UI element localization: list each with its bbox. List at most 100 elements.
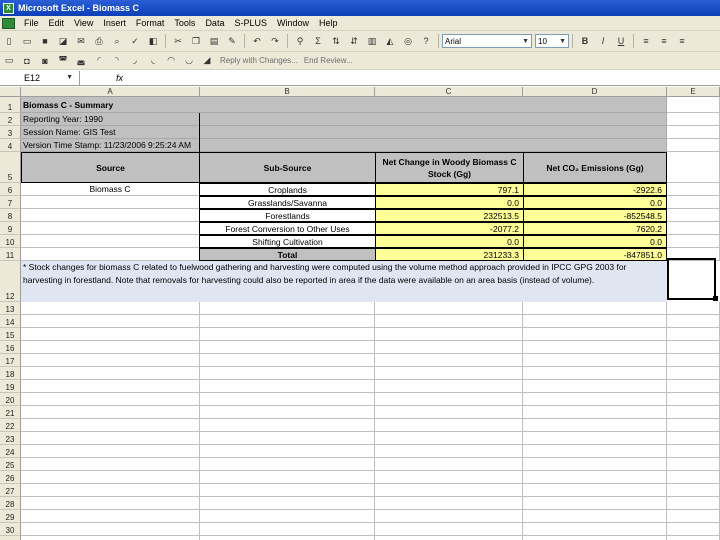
format-painter-icon[interactable]: ✎ (225, 34, 239, 48)
row-header-6[interactable]: 6 (0, 183, 21, 196)
align-left-icon[interactable]: ≡ (639, 34, 653, 48)
track-icon[interactable]: ◚ (56, 54, 70, 68)
empty-cell[interactable] (667, 302, 720, 315)
header-net-change[interactable]: Net Change in Woody Biomass C Stock (Gg) (375, 152, 524, 183)
empty-cell[interactable] (200, 523, 375, 536)
empty-cell[interactable] (200, 471, 375, 484)
empty-cell[interactable] (523, 484, 667, 497)
column-header-d[interactable]: D (523, 87, 667, 97)
zoom-icon[interactable]: ◎ (401, 34, 415, 48)
header-source[interactable]: Source (21, 152, 200, 183)
row-header-1[interactable]: 1 (0, 97, 21, 113)
subsource-cell[interactable]: Forestlands (199, 209, 376, 222)
empty-cell[interactable] (200, 328, 375, 341)
empty-cell[interactable] (21, 536, 200, 540)
fill-handle[interactable] (713, 296, 718, 301)
row-header-16[interactable]: 16 (0, 341, 21, 354)
empty-cell[interactable] (375, 302, 523, 315)
comment-icon[interactable]: ◘ (20, 54, 34, 68)
chart-wizard-icon[interactable]: ▥ (365, 34, 379, 48)
row-header-27[interactable]: 27 (0, 484, 21, 497)
title-cell[interactable]: Biomass C - Summary (21, 97, 667, 113)
row-header-3[interactable]: 3 (0, 126, 21, 139)
protect-icon[interactable]: ◛ (74, 54, 88, 68)
empty-cell[interactable] (375, 510, 523, 523)
empty-cell[interactable] (523, 367, 667, 380)
emissions-cell[interactable]: 0.0 (523, 235, 667, 248)
emissions-cell[interactable]: -852548.5 (523, 209, 667, 222)
empty-cell[interactable] (21, 315, 200, 328)
empty-cell[interactable] (667, 183, 720, 196)
menu-format[interactable]: Format (131, 18, 170, 28)
underline-icon[interactable]: U (614, 34, 628, 48)
empty-cell[interactable] (21, 302, 200, 315)
row-header-2[interactable]: 2 (0, 113, 21, 126)
empty-cell[interactable] (375, 471, 523, 484)
empty-cell[interactable] (200, 354, 375, 367)
show-comment-icon[interactable]: ◠ (164, 54, 178, 68)
empty-cell[interactable] (667, 393, 720, 406)
column-header-c[interactable]: C (375, 87, 523, 97)
row-header-11[interactable]: 11 (0, 248, 21, 261)
empty-cell[interactable] (21, 209, 200, 222)
subsource-cell[interactable]: Shifting Cultivation (199, 235, 376, 248)
empty-cell[interactable] (200, 315, 375, 328)
empty-cell[interactable] (21, 367, 200, 380)
new-icon[interactable]: ▯ (2, 34, 16, 48)
drawing-icon[interactable]: ◭ (383, 34, 397, 48)
empty-cell[interactable] (21, 510, 200, 523)
empty-cell[interactable] (200, 367, 375, 380)
paste-icon[interactable]: ▤ (207, 34, 221, 48)
empty-cell[interactable] (523, 315, 667, 328)
save-icon[interactable]: ■ (38, 34, 52, 48)
menu-view[interactable]: View (69, 18, 98, 28)
empty-cell[interactable] (523, 380, 667, 393)
empty-cell[interactable] (200, 497, 375, 510)
row-header-9[interactable]: 9 (0, 222, 21, 235)
print-preview-icon[interactable]: ⌕ (110, 34, 124, 48)
empty-cell[interactable] (523, 510, 667, 523)
net-change-cell[interactable]: 0.0 (375, 235, 524, 248)
empty-cell[interactable] (375, 341, 523, 354)
column-header-b[interactable]: B (200, 87, 375, 97)
active-cell-selection[interactable] (667, 258, 716, 300)
menu-insert[interactable]: Insert (98, 18, 131, 28)
menu-file[interactable]: File (19, 18, 44, 28)
next-comment-icon[interactable]: ◞ (128, 54, 142, 68)
emissions-cell[interactable]: 7620.2 (523, 222, 667, 235)
empty-cell[interactable] (667, 139, 720, 152)
copy-icon[interactable]: ❐ (189, 34, 203, 48)
empty-cell[interactable] (375, 432, 523, 445)
empty-cell[interactable] (667, 419, 720, 432)
empty-cell[interactable] (375, 393, 523, 406)
menu-window[interactable]: Window (272, 18, 314, 28)
empty-cell[interactable] (21, 380, 200, 393)
row-header-15[interactable]: 15 (0, 328, 21, 341)
empty-cell[interactable] (667, 510, 720, 523)
empty-cell[interactable] (375, 523, 523, 536)
reply-with-changes-button[interactable]: Reply with Changes... (220, 56, 298, 65)
empty-cell[interactable] (21, 471, 200, 484)
menu-tools[interactable]: Tools (169, 18, 200, 28)
spelling-icon[interactable]: ✓ (128, 34, 142, 48)
empty-cell[interactable] (375, 458, 523, 471)
empty-cell[interactable] (21, 445, 200, 458)
empty-cell[interactable] (200, 432, 375, 445)
empty-cell[interactable] (667, 523, 720, 536)
autosum-icon[interactable]: Σ (311, 34, 325, 48)
session-name-cell[interactable]: Session Name: GIS Test (21, 126, 667, 139)
row-header-12[interactable]: 12 (0, 261, 21, 302)
help-icon[interactable]: ? (419, 34, 433, 48)
empty-cell[interactable] (375, 419, 523, 432)
empty-cell[interactable] (375, 536, 523, 540)
row-header-31[interactable]: 31 (0, 536, 21, 540)
menu-edit[interactable]: Edit (44, 18, 70, 28)
row-header-30[interactable]: 30 (0, 523, 21, 536)
empty-cell[interactable] (667, 380, 720, 393)
empty-cell[interactable] (21, 497, 200, 510)
share-icon[interactable]: ◜ (92, 54, 106, 68)
column-header-e[interactable]: E (667, 87, 720, 97)
row-header-26[interactable]: 26 (0, 471, 21, 484)
subsource-cell[interactable]: Grasslands/Savanna (199, 196, 376, 209)
row-header-10[interactable]: 10 (0, 235, 21, 248)
